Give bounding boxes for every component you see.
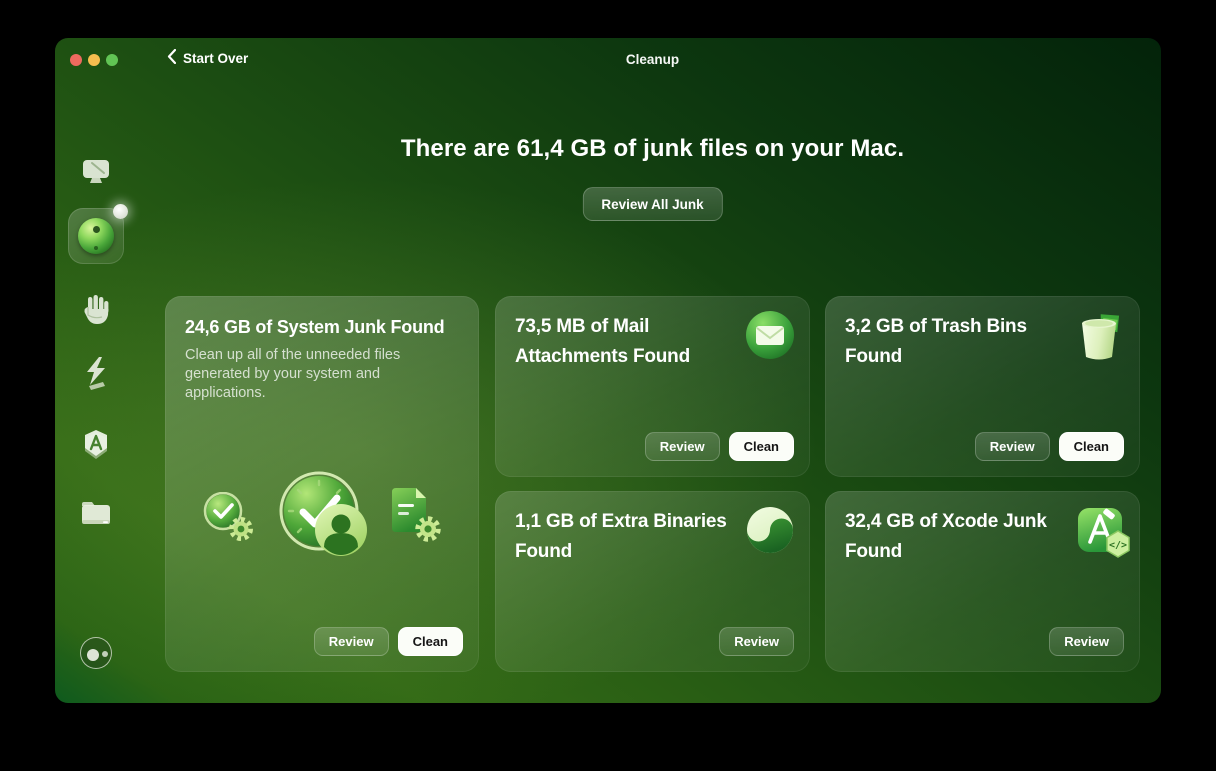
trash-bin-icon <box>1076 311 1124 360</box>
clean-button[interactable]: Clean <box>397 627 463 656</box>
applications-icon <box>80 429 112 468</box>
sidebar-item-cleanup-selected[interactable] <box>68 204 128 264</box>
minimize-window-button[interactable] <box>88 54 100 66</box>
sidebar-item-my-clutter[interactable] <box>80 500 112 532</box>
window-title: Cleanup <box>625 52 680 67</box>
card-title: 73,5 MB of Mail Attachments Found <box>515 316 690 367</box>
card-title: 1,1 GB of Extra Binaries Found <box>515 511 727 562</box>
card-system-junk[interactable]: 24,6 GB of System Junk Found Clean up al… <box>165 296 479 672</box>
card-trash-bins[interactable]: 3,2 GB of Trash Bins Found Review Clean <box>825 296 1140 477</box>
sidebar-item-smart-care[interactable] <box>80 158 112 190</box>
svg-text:</>: </> <box>1109 540 1127 551</box>
lightning-icon <box>83 356 109 396</box>
card-extra-binaries[interactable]: 1,1 GB of Extra Binaries Found Review <box>495 491 810 672</box>
folder-icon <box>79 500 113 533</box>
review-button[interactable]: Review <box>644 432 720 461</box>
review-all-junk-button[interactable]: Review All Junk <box>582 187 723 221</box>
sidebar-item-performance[interactable] <box>80 356 112 392</box>
app-window: Start Over Cleanup There are 61,4 GB of … <box>55 38 1161 703</box>
review-button[interactable]: Review <box>719 627 794 656</box>
junk-summary-headline: There are 61,4 GB of junk files on your … <box>400 135 905 162</box>
clock-gear-icon <box>202 491 260 553</box>
review-button[interactable]: Review <box>313 627 389 656</box>
sidebar <box>55 82 165 703</box>
clean-button[interactable]: Clean <box>728 432 794 461</box>
mac-display-icon <box>80 157 112 192</box>
review-button[interactable]: Review <box>974 432 1050 461</box>
mail-envelope-icon <box>746 311 794 359</box>
sidebar-item-protection[interactable] <box>80 294 112 330</box>
titlebar: Start Over Cleanup <box>55 38 1161 82</box>
binaries-yin-yang-icon <box>746 506 794 554</box>
cleanup-sphere-icon <box>78 218 114 254</box>
notification-dot <box>113 204 128 219</box>
hand-icon <box>80 294 112 334</box>
clean-button[interactable]: Clean <box>1058 432 1124 461</box>
card-title: 3,2 GB of Trash Bins Found <box>845 316 1027 367</box>
sidebar-item-applications[interactable] <box>80 429 112 464</box>
card-mail-attachments[interactable]: 73,5 MB of Mail Attachments Found Review… <box>495 296 810 477</box>
review-button[interactable]: Review <box>1049 627 1124 656</box>
xcode-icon: </> <box>1076 506 1130 558</box>
system-junk-illustration <box>165 469 479 599</box>
close-window-button[interactable] <box>70 54 82 66</box>
card-description: Clean up all of the unneeded files gener… <box>185 347 401 401</box>
clock-user-icon <box>278 471 370 562</box>
card-title: 24,6 GB of System Junk Found <box>185 317 445 337</box>
card-title: 32,4 GB of Xcode Junk Found <box>845 511 1047 562</box>
assistant-avatar-icon[interactable] <box>80 637 112 669</box>
card-xcode-junk[interactable]: 32,4 GB of Xcode Junk Found </> Review <box>825 491 1140 672</box>
zoom-window-button[interactable] <box>106 54 118 66</box>
main-content: There are 61,4 GB of junk files on your … <box>165 82 1140 703</box>
document-gear-icon <box>384 486 446 551</box>
